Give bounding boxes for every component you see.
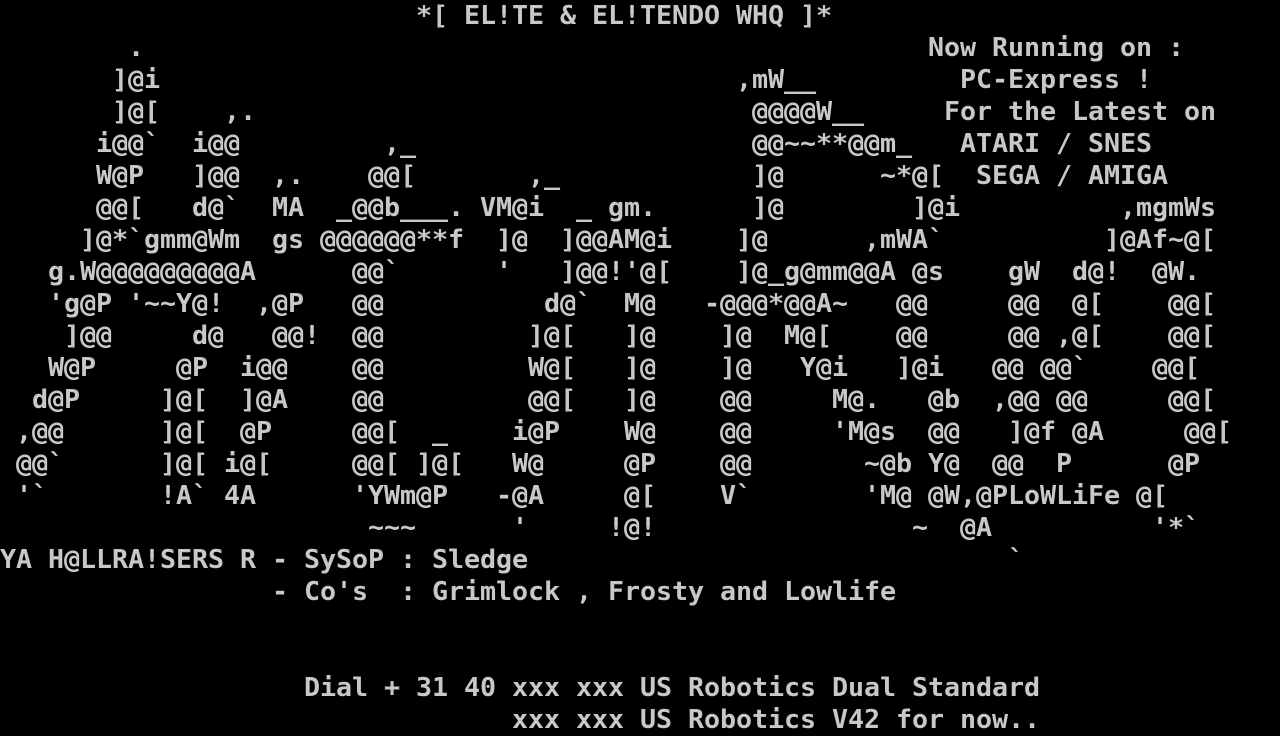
bbs-ansi-screen: *[ EL!TE & EL!TENDO WHQ ]* . Now Running… xyxy=(0,0,1280,736)
screen-line: *[ EL!TE & EL!TENDO WHQ ]* xyxy=(0,1,833,31)
screen-line: i@@` i@@ ,_ @@~~**@@m_ ATARI / SNES xyxy=(0,129,1152,159)
screen-line: W@P ]@@ ,. @@[ ,_ ]@ ~*@[ SEGA / AMIGA xyxy=(0,161,1169,191)
screen-line: Dial + 31 40 xxx xxx US Robotics Dual St… xyxy=(0,673,1041,703)
screen-line: xxx xxx US Robotics V42 for now.. xyxy=(0,705,1041,735)
screen-line: YA H@LLRA!SERS R - SySoP : Sledge ` xyxy=(0,545,1025,575)
screen-line: g.W@@@@@@@@@A @@` ' ]@@!'@[ ]@_g@mm@@A @… xyxy=(0,257,1200,287)
screen-line: ]@[ ,. @@@@W__ For the Latest on xyxy=(0,97,1217,127)
screen-line: W@P @P i@@ @@ W@[ ]@ ]@ Y@i ]@i @@ @@` @… xyxy=(0,353,1200,383)
screen-line: @@[ d@` MA _@@b___. VM@i _ gm. ]@ ]@i ,m… xyxy=(0,193,1217,223)
screen-line: ]@i ,mW__ PC-Express ! xyxy=(0,65,1152,95)
screen-line: ]@*`gmm@Wm gs @@@@@@**f ]@ ]@@AM@i ]@ ,m… xyxy=(0,225,1217,255)
screen-line: ]@@ d@ @@! @@ ]@[ ]@ ]@ M@[ @@ @@ ,@[ @@… xyxy=(0,321,1217,351)
screen-line: '` !A` 4A 'YWm@P -@A @[ V` 'M@ @W,@PLoWL… xyxy=(0,481,1169,511)
screen-line: d@P ]@[ ]@A @@ @@[ ]@ @@ M@. @b ,@@ @@ @… xyxy=(0,385,1217,415)
screen-line: . Now Running on : xyxy=(0,33,1185,63)
screen-line xyxy=(0,640,1280,672)
screen-line: 'g@P '~~Y@! ,@P @@ d@` M@ -@@@*@@A~ @@ @… xyxy=(0,289,1217,319)
screen-line: - Co's : Grimlock , Frosty and Lowlife xyxy=(0,577,897,607)
screen-line: ,@@ ]@[ @P @@[ _ i@P W@ @@ 'M@s @@ ]@f @… xyxy=(0,417,1233,447)
terminal-screen: *[ EL!TE & EL!TENDO WHQ ]* . Now Running… xyxy=(0,0,1280,736)
screen-line: ~~~ ' !@! ~ @A '*` xyxy=(0,513,1200,543)
screen-line: @@` ]@[ i@[ @@[ ]@[ W@ @P @@ ~@b Y@ @@ P… xyxy=(0,449,1200,479)
screen-line xyxy=(0,608,1280,640)
